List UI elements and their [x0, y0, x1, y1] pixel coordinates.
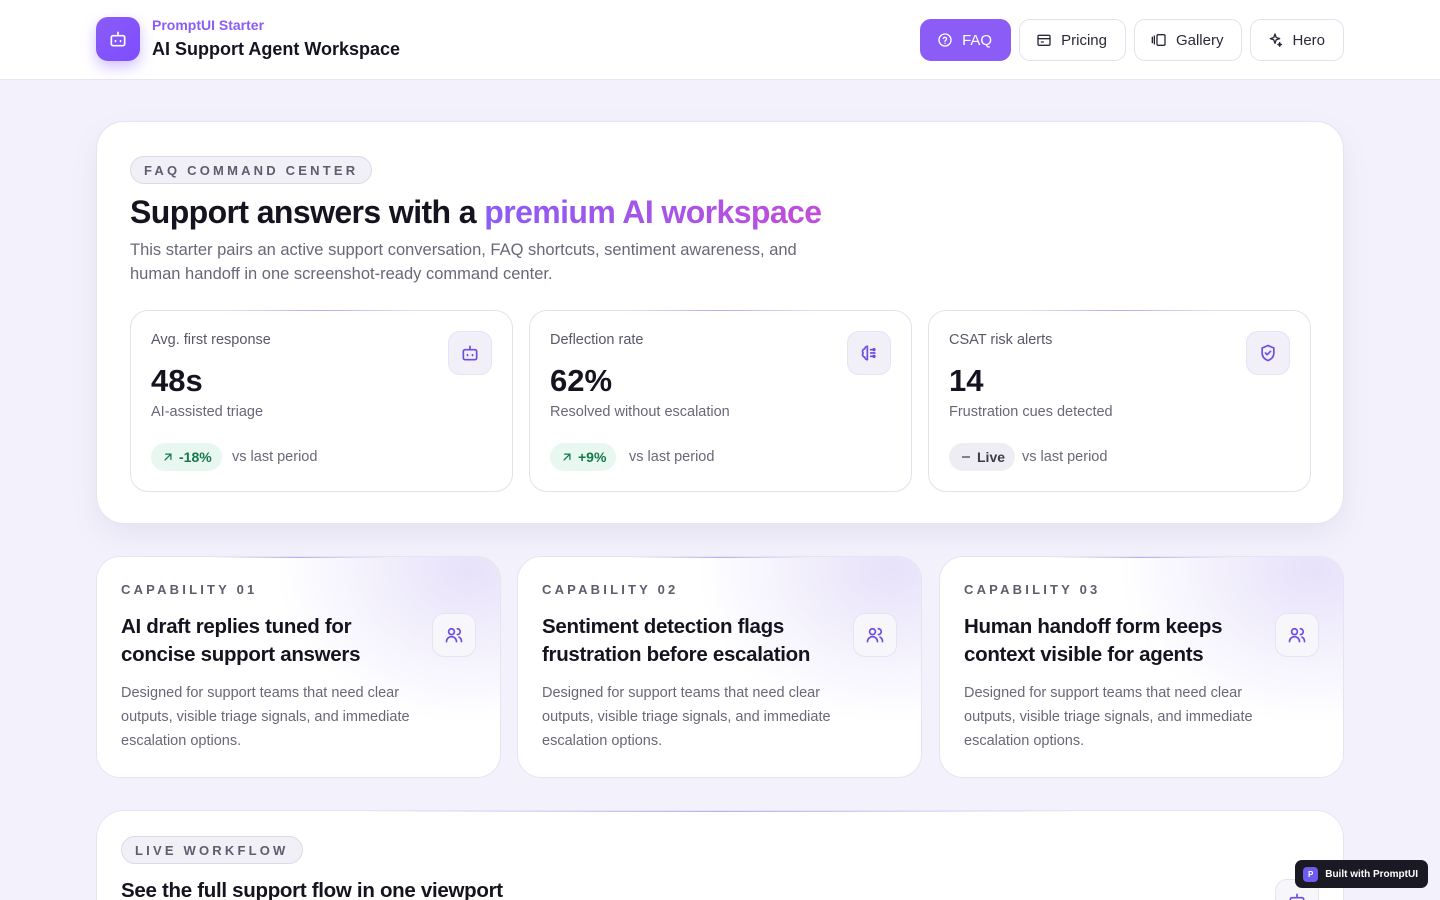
trend-value: +9% [578, 449, 607, 465]
app-title: AI Support Agent Workspace [152, 39, 401, 59]
top-bar: PromptUI Starter AI Support Agent Worksp… [0, 0, 1440, 80]
capability-icon-container [853, 613, 897, 657]
nav-pricing-label: Pricing [1061, 31, 1107, 49]
capability-icon-container [1275, 613, 1319, 657]
faq-command-center: FAQ COMMAND CENTER Support answers with … [96, 121, 1344, 524]
stat-label: CSAT risk alerts [949, 332, 1053, 348]
capability-card-03: CAPABILITY 03 Human handoff form keeps c… [939, 556, 1344, 778]
hero-subtitle: This starter pairs an active support con… [130, 241, 797, 283]
stat-card-csat-risk: CSAT risk alerts 14 Frustration cues det… [928, 310, 1311, 492]
trend-suffix: vs last period [1022, 449, 1108, 465]
capability-icon-container [432, 613, 476, 657]
capability-eyebrow: CAPABILITY 01 [121, 582, 258, 597]
built-with-label: Built with PromptUI [1325, 868, 1418, 880]
nav-faq-label: FAQ [962, 31, 993, 49]
users-icon [445, 627, 463, 643]
capability-eyebrow: CAPABILITY 03 [964, 582, 1101, 597]
stat-icon-container [847, 331, 891, 375]
help-circle-icon [938, 33, 952, 47]
capability-body: Designed for support teams that need cle… [964, 685, 1253, 749]
hero-title: Support answers with a premium AI worksp… [130, 194, 822, 231]
stat-value: 62% [550, 363, 613, 398]
built-with-badge[interactable]: P Built with PromptUI [1295, 860, 1428, 888]
shield-check-icon [1261, 344, 1275, 362]
nav-faq-button[interactable]: FAQ [920, 19, 1012, 61]
capability-card-01: CAPABILITY 01 AI draft replies tuned for… [96, 556, 501, 778]
nav-gallery-label: Gallery [1175, 31, 1224, 49]
stat-icon-container [448, 331, 492, 375]
promptui-logo: P [1303, 866, 1319, 882]
nav-gallery-button[interactable]: Gallery [1133, 19, 1243, 61]
sparkles-icon [1270, 33, 1283, 47]
capability-eyebrow: CAPABILITY 02 [542, 582, 679, 597]
workflow-title: See the full support flow in one viewpor… [121, 879, 503, 900]
stat-card-first-response: Avg. first response 48s AI-assisted tria… [130, 310, 513, 492]
top-nav: FAQ Pricing Gallery Hero [920, 19, 1344, 61]
users-icon [1288, 627, 1306, 643]
wallet-icon [1037, 34, 1051, 46]
bot-icon [1289, 893, 1305, 900]
brain-icon [861, 345, 876, 361]
stat-icon-container [1246, 331, 1290, 375]
stat-card-deflection-rate: Deflection rate 62% Resolved without esc… [529, 310, 912, 492]
trend-badge: +9% [550, 443, 617, 471]
nav-hero-label: Hero [1292, 31, 1325, 49]
section-pill: LIVE WORKFLOW [121, 836, 303, 864]
trend-value: Live [977, 449, 1006, 465]
trend-suffix: vs last period [629, 449, 715, 465]
trend-badge: -18% [151, 443, 222, 471]
brand-logo[interactable] [96, 17, 140, 61]
nav-pricing-button[interactable]: Pricing [1019, 19, 1126, 61]
users-icon [866, 627, 884, 643]
hero-title-plain: Support answers with a [130, 194, 485, 230]
capability-title: Sentiment detection flags frustration be… [542, 615, 811, 666]
capability-body: Designed for support teams that need cle… [542, 685, 831, 749]
live-workflow-section: LIVE WORKFLOW See the full support flow … [96, 810, 1344, 900]
bot-icon [462, 345, 478, 361]
trend-badge: Live [949, 443, 1016, 471]
trend-suffix: vs last period [232, 449, 318, 465]
capability-title: AI draft replies tuned for concise suppo… [121, 615, 361, 666]
arrow-up-right-icon [563, 453, 571, 461]
stat-label: Avg. first response [151, 332, 271, 348]
stat-value: 48s [151, 363, 203, 398]
gallery-icon [1151, 34, 1166, 46]
section-pill: FAQ COMMAND CENTER [130, 156, 373, 184]
trend-value: -18% [179, 449, 212, 465]
bot-icon [110, 31, 126, 47]
capability-title: Human handoff form keeps context visible… [964, 615, 1223, 666]
stat-note: AI-assisted triage [151, 404, 264, 420]
stat-note: Frustration cues detected [949, 404, 1113, 420]
brand-eyebrow: PromptUI Starter [152, 17, 265, 33]
stat-value: 14 [949, 363, 984, 398]
arrow-up-right-icon [164, 453, 172, 461]
stat-note: Resolved without escalation [550, 404, 730, 420]
hero-title-accent: premium AI workspace [484, 194, 822, 230]
stat-label: Deflection rate [550, 332, 644, 348]
minus-icon [961, 456, 971, 458]
capability-card-02: CAPABILITY 02 Sentiment detection flags … [517, 556, 922, 778]
nav-hero-button[interactable]: Hero [1250, 19, 1344, 61]
capability-body: Designed for support teams that need cle… [121, 685, 410, 749]
